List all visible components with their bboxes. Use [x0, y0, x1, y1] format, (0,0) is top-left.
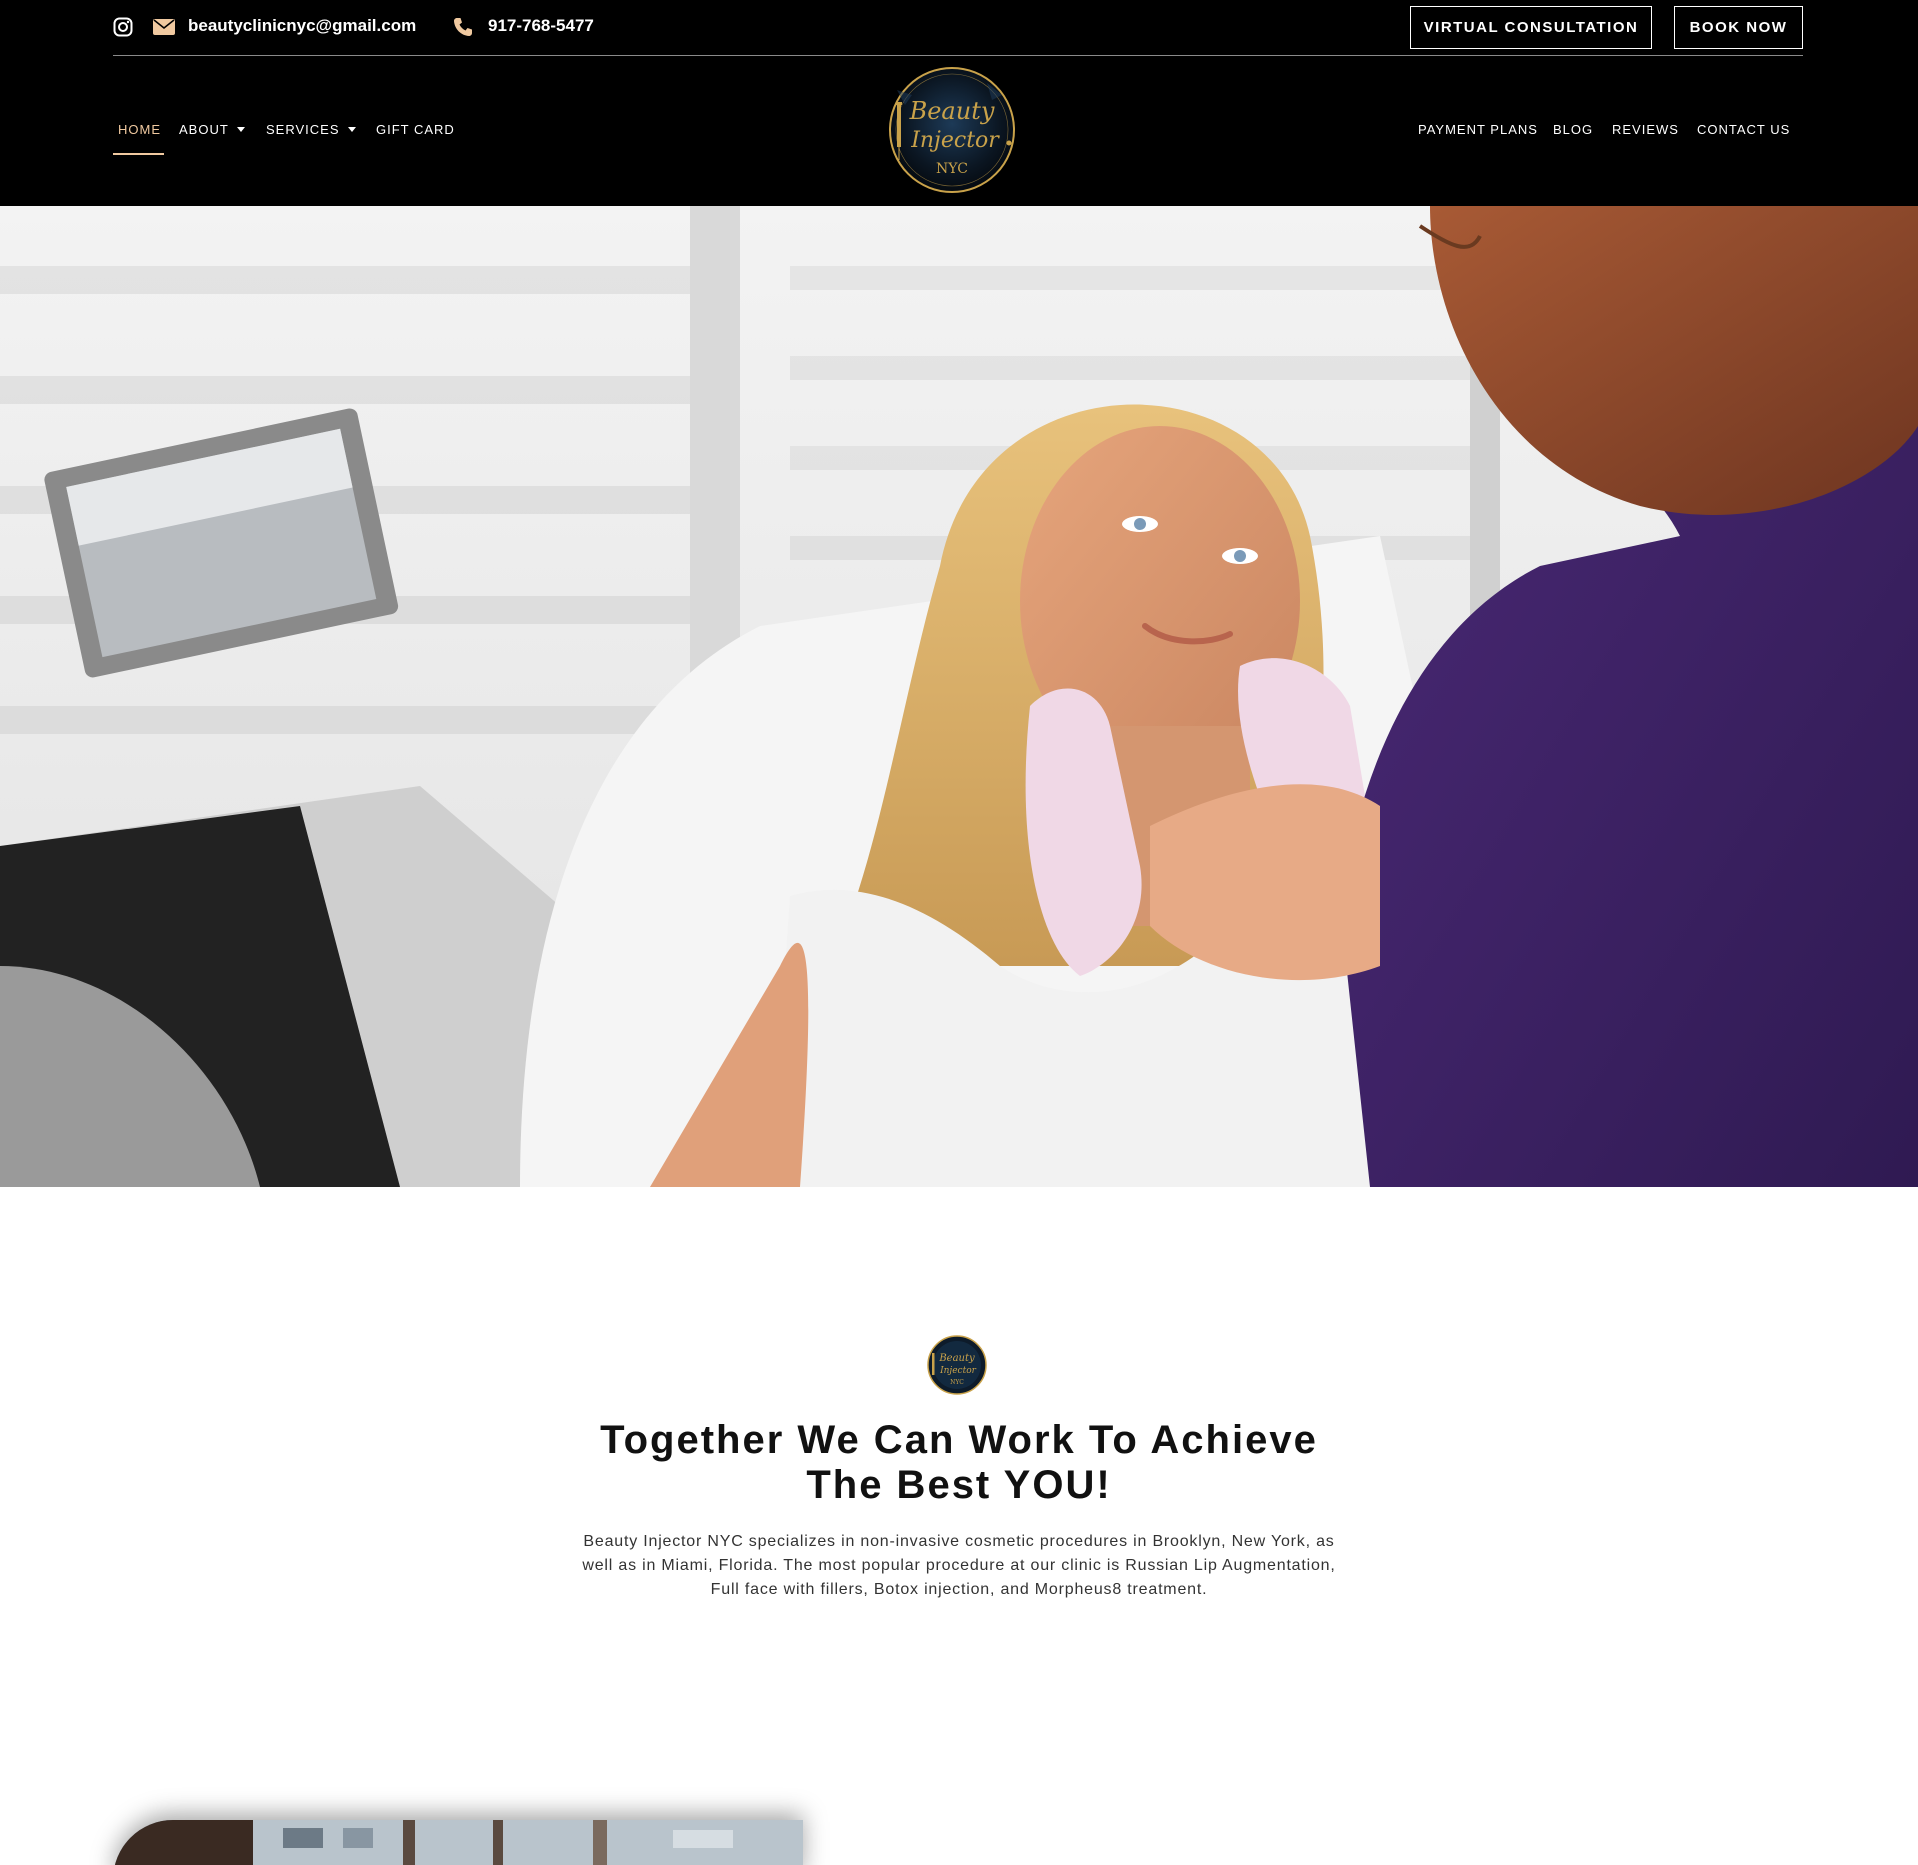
nav-reviews-label: REVIEWS	[1612, 122, 1679, 137]
nav-home[interactable]: HOME	[118, 122, 161, 137]
intro-logo-text-line3: NYC	[950, 1379, 964, 1386]
nav-active-indicator	[113, 153, 164, 155]
book-now-button[interactable]: BOOK NOW	[1674, 6, 1803, 49]
nav-payment-plans-label: PAYMENT PLANS	[1418, 122, 1538, 137]
intro-heading: Together We Can Work To Achieve The Best…	[559, 1418, 1359, 1508]
intro-heading-line2: The Best YOU!	[806, 1463, 1112, 1507]
nav-services[interactable]: SERVICES	[266, 122, 356, 137]
caret-down-icon	[347, 127, 356, 132]
email-link[interactable]: beautyclinicnyc@gmail.com	[188, 16, 416, 36]
nav-contact-us[interactable]: CONTACT US	[1697, 122, 1790, 137]
logo-text-line1: Beauty	[909, 97, 995, 125]
phone-icon[interactable]	[453, 17, 473, 37]
nav-home-label: HOME	[118, 122, 161, 137]
virtual-consultation-button[interactable]: VIRTUAL CONSULTATION	[1410, 6, 1652, 49]
nav-about[interactable]: ABOUT	[179, 122, 245, 137]
intro-logo-image: Beauty Injector NYC	[927, 1335, 987, 1395]
nav-gift-card-label: GIFT CARD	[376, 122, 455, 137]
nav-services-label: SERVICES	[266, 122, 340, 137]
instagram-icon[interactable]	[113, 17, 133, 37]
logo-text-line3: NYC	[936, 161, 968, 177]
nav-payment-plans[interactable]: PAYMENT PLANS	[1418, 122, 1538, 137]
nav-gift-card[interactable]: GIFT CARD	[376, 122, 455, 137]
intro-logo-text-line2: Injector	[939, 1366, 977, 1376]
nav-blog[interactable]: BLOG	[1553, 122, 1593, 137]
logo-image[interactable]: Beauty Injector NYC	[887, 65, 1017, 195]
nav-blog-label: BLOG	[1553, 122, 1594, 137]
phone-link[interactable]: 917-768-5477	[488, 16, 594, 36]
nav-contact-us-label: CONTACT US	[1697, 122, 1791, 137]
intro-heading-line1: Together We Can Work To Achieve	[600, 1418, 1318, 1462]
hero-image	[0, 206, 1918, 1187]
logo-text-line2: Injector	[910, 128, 1000, 153]
top-bar: beautyclinicnyc@gmail.com 917-768-5477 V…	[113, 0, 1803, 56]
caret-down-icon	[236, 127, 245, 132]
nav-about-label: ABOUT	[179, 122, 229, 137]
intro-logo-text-line1: Beauty	[938, 1353, 975, 1364]
intro-paragraph: Beauty Injector NYC specializes in non-i…	[582, 1533, 1336, 1598]
clinic-photo	[113, 1820, 803, 1865]
hero-photo	[0, 206, 1918, 1187]
clinic-photo-image	[113, 1820, 803, 1865]
mail-icon[interactable]	[153, 18, 175, 36]
site-header: beautyclinicnyc@gmail.com 917-768-5477 V…	[0, 0, 1918, 206]
nav-reviews[interactable]: REVIEWS	[1612, 122, 1679, 137]
